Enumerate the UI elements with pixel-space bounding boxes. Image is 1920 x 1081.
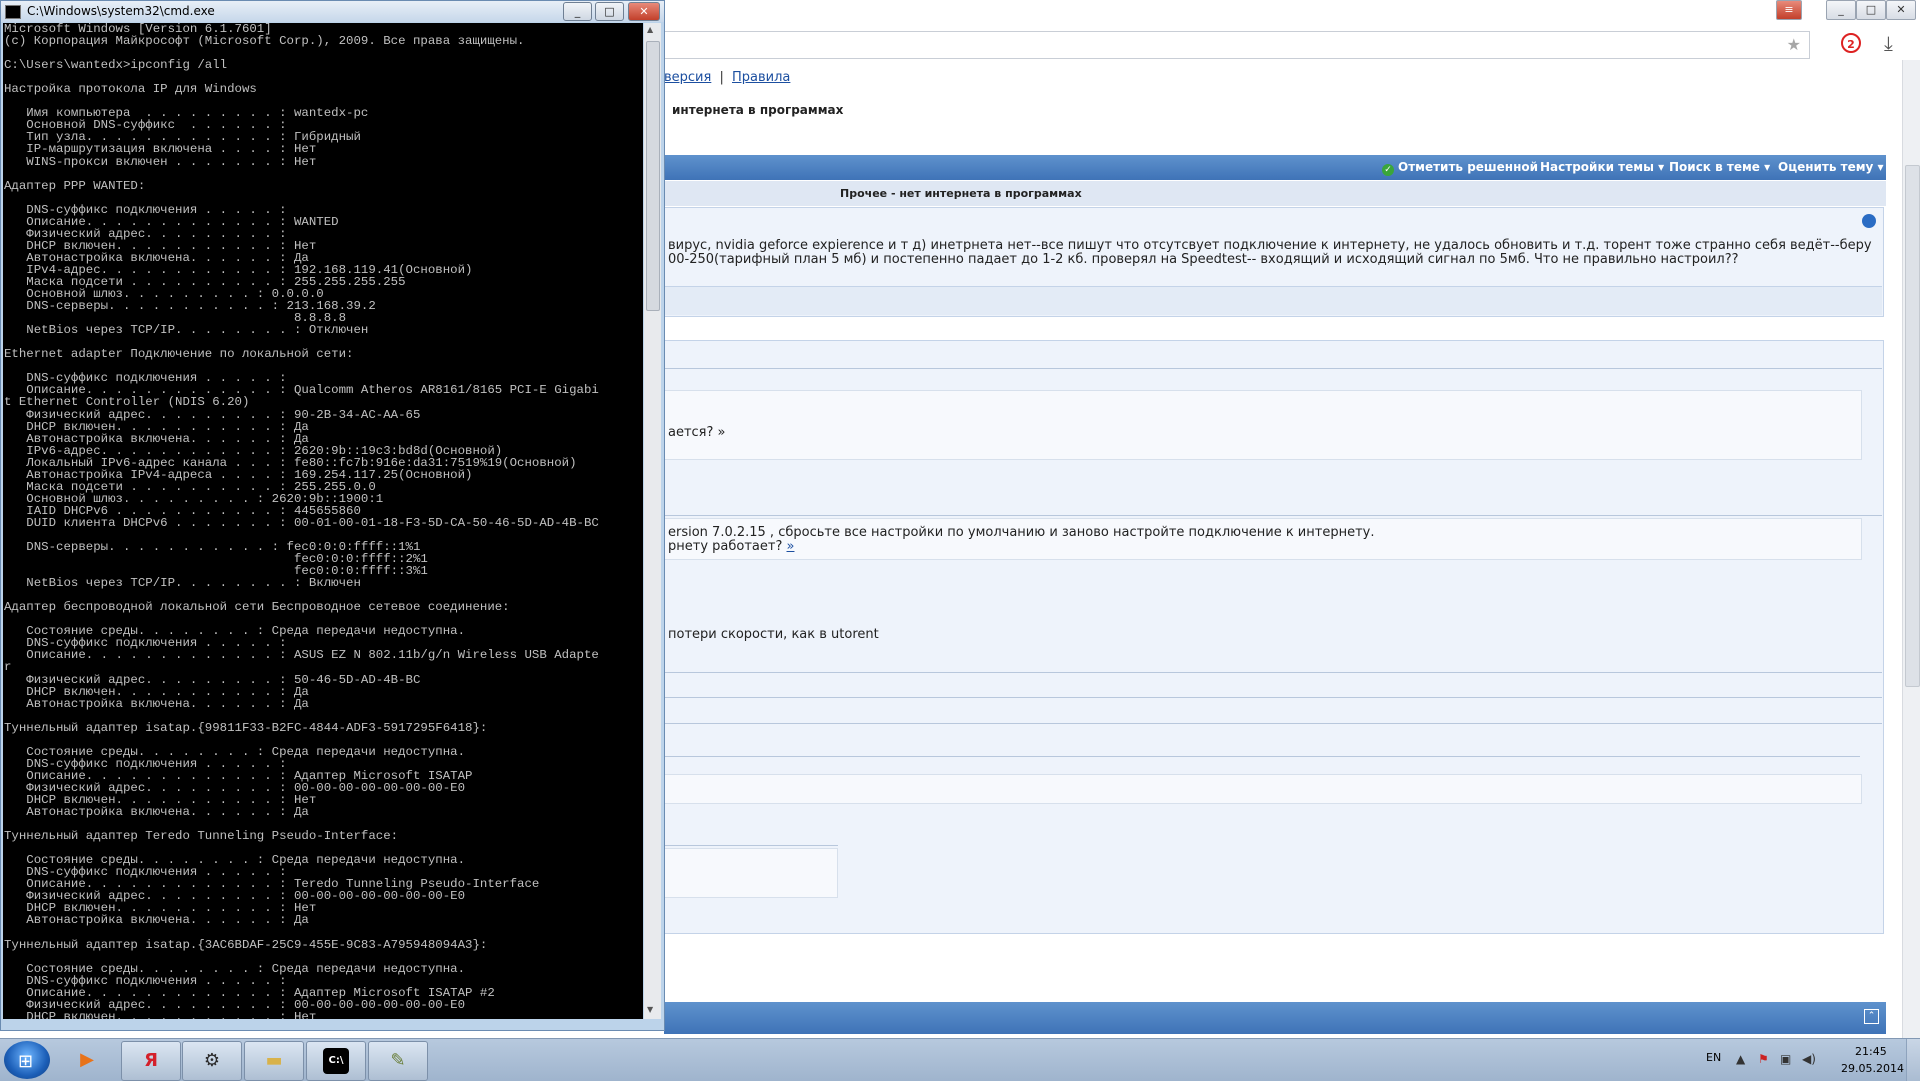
- tray-expand-icon[interactable]: ▲: [1736, 1052, 1745, 1066]
- browser-close-button[interactable]: ✕: [1886, 0, 1916, 20]
- post-title: Прочее - нет интернета в программах: [840, 187, 1082, 200]
- reply-box: [664, 390, 1862, 460]
- breadcrumb-separator: |: [719, 70, 724, 85]
- divider: [664, 515, 1882, 516]
- language-indicator[interactable]: EN: [1706, 1051, 1721, 1064]
- mark-solved-button[interactable]: ✓ Отметить решенной: [1382, 160, 1538, 176]
- taskbar-button[interactable]: ✎: [368, 1041, 428, 1081]
- show-desktop-button[interactable]: [1906, 1039, 1920, 1081]
- search-thread-menu[interactable]: Поиск в теме ▾: [1669, 160, 1770, 174]
- thread-toolbar: ✓ Отметить решенной Настройки темы ▾ Поис…: [664, 155, 1886, 180]
- divider: [664, 756, 1860, 757]
- cmd-close-button[interactable]: ✕: [628, 2, 660, 21]
- cmd-app-icon: [5, 5, 21, 19]
- thread-title: интернета в программах: [672, 103, 844, 117]
- breadcrumb: версия | Правила: [664, 70, 790, 85]
- explorer-folder-icon: ▬: [265, 1050, 283, 1071]
- reply-text: ается? »: [668, 425, 726, 440]
- footer-bar: [664, 1002, 1886, 1034]
- action-center-flag-icon[interactable]: ⚑: [1758, 1052, 1769, 1066]
- start-button[interactable]: ⊞: [4, 1041, 50, 1079]
- mark-solved-label: Отметить решенной: [1398, 160, 1539, 174]
- taskbar-button[interactable]: ▬: [244, 1041, 304, 1081]
- reply-more-link[interactable]: »: [787, 539, 795, 554]
- cmd-scrollbar-thumb[interactable]: [646, 41, 660, 311]
- scroll-down-arrow-icon[interactable]: ▼: [647, 1005, 653, 1014]
- breadcrumb-rules-link[interactable]: Правила: [732, 70, 790, 85]
- volume-icon[interactable]: ◀): [1802, 1052, 1816, 1066]
- taskbar-button[interactable]: C:\: [306, 1041, 366, 1081]
- taskbar-button[interactable]: ▶: [58, 1041, 116, 1079]
- clock-date[interactable]: 29.05.2014: [1841, 1062, 1904, 1075]
- media-player-icon: ▶: [80, 1049, 94, 1070]
- post-text-line: вирус, nvidia geforce expierence и т д) …: [668, 238, 1872, 253]
- thread-settings-menu[interactable]: Настройки темы ▾: [1540, 160, 1664, 174]
- rate-thread-menu[interactable]: Оценить тему ▾: [1778, 160, 1884, 174]
- cmd-maximize-button[interactable]: □: [595, 2, 624, 21]
- post-text-line: 00-250(тарифный план 5 мб) и постепенно …: [668, 252, 1739, 267]
- scrollbar-thumb[interactable]: [1905, 165, 1920, 687]
- cmd-scrollbar[interactable]: ▲ ▼: [644, 23, 661, 1019]
- cmd-title: C:\Windows\system32\cmd.exe: [27, 4, 215, 18]
- reply-box: [664, 848, 838, 898]
- reply-text: потери скорости, как в utorent: [668, 627, 879, 642]
- console-output[interactable]: Microsoft Windows [Version 6.1.7601] (c)…: [3, 23, 643, 1019]
- paint-icon: ✎: [390, 1050, 406, 1071]
- cmd-titlebar[interactable]: C:\Windows\system32\cmd.exe _ □ ✕: [1, 1, 664, 22]
- clock-time[interactable]: 21:45: [1855, 1045, 1887, 1058]
- taskbar-button[interactable]: ⚙: [182, 1041, 242, 1081]
- yandex-browser-icon: Я: [144, 1050, 158, 1071]
- reply-box: [664, 774, 1862, 804]
- network-icon[interactable]: ▣: [1780, 1052, 1791, 1066]
- divider: [664, 723, 1882, 724]
- taskbar: ⊞ ▶ Я ⚙ ▬ C:\ ✎ EN ▲ ⚑ ▣ ◀) 21:45 29.05.2014: [0, 1038, 1920, 1081]
- download-icon[interactable]: ⤓: [1884, 31, 1893, 55]
- cmd-icon: C:\: [323, 1048, 349, 1074]
- browser-scrollbar[interactable]: [1902, 60, 1920, 1038]
- browser-menu-button[interactable]: ≡: [1776, 0, 1802, 20]
- bookmark-star-icon[interactable]: ★: [1787, 35, 1801, 54]
- address-bar[interactable]: ★: [662, 31, 1810, 59]
- windows-logo-icon: ⊞: [18, 1051, 34, 1072]
- reply-text-line: рнету работает? »: [668, 539, 794, 554]
- reply-text: ersion 7.0.2.15 , сбросьте все настройки…: [668, 525, 1375, 540]
- divider: [664, 368, 1882, 369]
- cmd-window: C:\Windows\system32\cmd.exe _ □ ✕ Micros…: [0, 0, 665, 1031]
- adblock-shield-icon[interactable]: 2: [1841, 33, 1861, 53]
- browser-minimize-button[interactable]: _: [1826, 0, 1856, 20]
- cmd-minimize-button[interactable]: _: [563, 2, 592, 21]
- console-text: Microsoft Windows [Version 6.1.7601] (c)…: [4, 23, 599, 1019]
- divider: [664, 672, 1882, 673]
- reply-text: рнету работает?: [668, 539, 783, 554]
- taskbar-button[interactable]: Я: [121, 1041, 181, 1081]
- browser-restore-button[interactable]: □: [1856, 0, 1886, 20]
- pin-icon[interactable]: [1862, 214, 1876, 228]
- divider: [664, 845, 838, 846]
- check-icon: ✓: [1382, 164, 1394, 176]
- post-footer: [664, 286, 1882, 315]
- scroll-to-top-icon[interactable]: ⌃: [1864, 1009, 1879, 1024]
- scroll-up-arrow-icon[interactable]: ▲: [647, 25, 653, 34]
- divider: [664, 697, 1882, 698]
- breadcrumb-version-link[interactable]: версия: [664, 70, 711, 85]
- steam-icon: ⚙: [203, 1050, 221, 1071]
